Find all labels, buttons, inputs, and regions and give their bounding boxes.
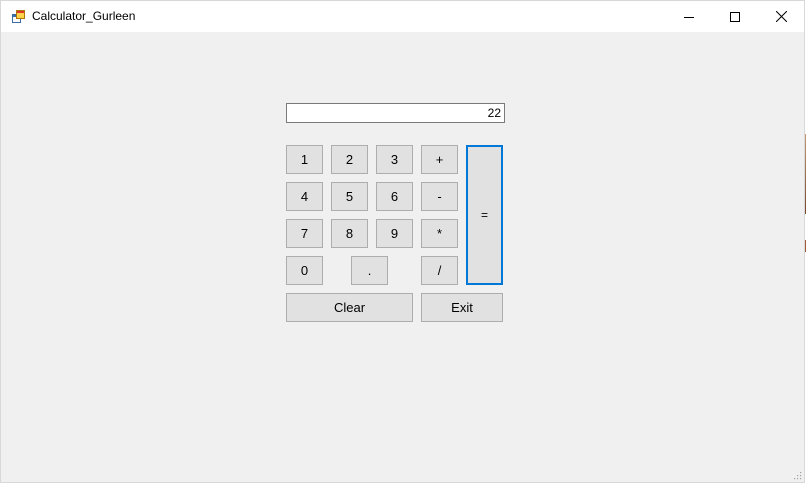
decimal-point-button[interactable]: . bbox=[351, 256, 388, 285]
clear-button[interactable]: Clear bbox=[286, 293, 413, 322]
window-title: Calculator_Gurleen bbox=[32, 9, 136, 23]
maximize-icon bbox=[730, 11, 740, 22]
digit-1-button[interactable]: 1 bbox=[286, 145, 323, 174]
minimize-icon bbox=[684, 16, 694, 18]
digit-2-button[interactable]: 2 bbox=[331, 145, 368, 174]
result-display[interactable]: 22 bbox=[286, 103, 505, 123]
digit-3-button[interactable]: 3 bbox=[376, 145, 413, 174]
multiply-button[interactable]: * bbox=[421, 219, 458, 248]
minimize-button[interactable] bbox=[666, 1, 712, 32]
close-icon bbox=[775, 11, 787, 22]
resize-grip-icon[interactable] bbox=[792, 470, 802, 480]
digit-8-button[interactable]: 8 bbox=[331, 219, 368, 248]
title-bar[interactable]: Calculator_Gurleen bbox=[1, 1, 804, 32]
windows-form-icon bbox=[12, 10, 25, 23]
divide-button[interactable]: / bbox=[421, 256, 458, 285]
digit-6-button[interactable]: 6 bbox=[376, 182, 413, 211]
calculator-window: Calculator_Gurleen 22 1 2 3 + 4 5 6 - 7 … bbox=[0, 0, 805, 483]
digit-0-button[interactable]: 0 bbox=[286, 256, 323, 285]
close-button[interactable] bbox=[758, 1, 804, 32]
maximize-button[interactable] bbox=[712, 1, 758, 32]
equals-button[interactable]: = bbox=[466, 145, 503, 285]
digit-4-button[interactable]: 4 bbox=[286, 182, 323, 211]
digit-7-button[interactable]: 7 bbox=[286, 219, 323, 248]
minus-button[interactable]: - bbox=[421, 182, 458, 211]
digit-9-button[interactable]: 9 bbox=[376, 219, 413, 248]
exit-button[interactable]: Exit bbox=[421, 293, 503, 322]
digit-5-button[interactable]: 5 bbox=[331, 182, 368, 211]
plus-button[interactable]: + bbox=[421, 145, 458, 174]
